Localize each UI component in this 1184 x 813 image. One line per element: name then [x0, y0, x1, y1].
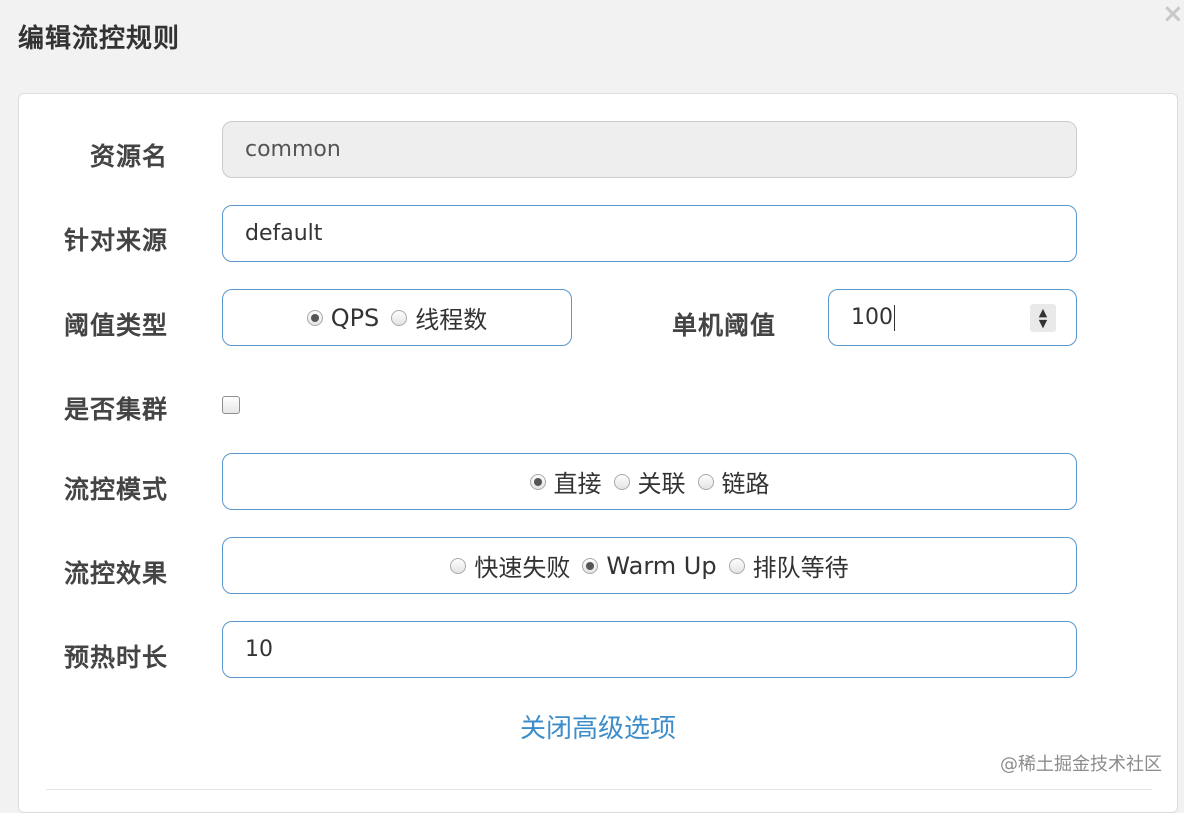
radio-checked-icon[interactable]	[306, 309, 323, 326]
radio-unchecked-icon[interactable]	[697, 473, 714, 490]
option-label: 链路	[721, 470, 770, 498]
flow-mode-option-direct[interactable]: 直接	[529, 464, 602, 499]
option-label: 直接	[553, 470, 602, 498]
warmup-period-label: 预热时长	[63, 643, 168, 672]
threshold-type-option-thread[interactable]: 线程数	[391, 300, 487, 335]
flow-effect-option-queue[interactable]: 排队等待	[728, 548, 849, 583]
flow-mode-option-relate[interactable]: 关联	[613, 464, 686, 499]
cluster-checkbox[interactable]	[222, 396, 240, 414]
single-threshold-input[interactable]: 100 ▲ ▼	[828, 289, 1077, 346]
flow-mode-label: 流控模式	[63, 475, 168, 504]
threshold-type-option-qps[interactable]: QPS	[306, 303, 380, 332]
option-label: 快速失败	[474, 554, 571, 582]
flow-mode-option-chain[interactable]: 链路	[697, 464, 770, 499]
warmup-period-input[interactable]: 10	[222, 621, 1077, 678]
radio-unchecked-icon[interactable]	[391, 309, 408, 326]
threshold-type-radio-group: QPS 线程数	[222, 289, 572, 346]
resource-name-field[interactable]: common	[222, 121, 1077, 178]
option-label: 关联	[637, 470, 686, 498]
radio-unchecked-icon[interactable]	[728, 557, 745, 574]
flow-effect-label: 流控效果	[63, 559, 168, 588]
radio-unchecked-icon[interactable]	[613, 473, 630, 490]
text-cursor	[894, 304, 895, 331]
threshold-type-label: 阈值类型	[63, 311, 168, 340]
limit-app-input[interactable]: default	[222, 205, 1077, 262]
flow-mode-radio-group: 直接 关联 链路	[222, 453, 1077, 510]
divider	[46, 789, 1152, 790]
option-label: Warm Up	[606, 551, 717, 580]
dialog-title: 编辑流控规则	[18, 24, 181, 54]
warmup-period-value: 10	[245, 637, 273, 662]
resource-name-label: 资源名	[89, 142, 168, 171]
option-label: QPS	[330, 303, 380, 332]
radio-checked-icon[interactable]	[582, 557, 599, 574]
flow-effect-option-warm-up[interactable]: Warm Up	[582, 551, 717, 580]
option-label: 排队等待	[752, 554, 849, 582]
number-spinner-icon[interactable]: ▲ ▼	[1030, 304, 1056, 332]
resource-name-value: common	[245, 137, 341, 162]
radio-unchecked-icon[interactable]	[450, 557, 467, 574]
flow-effect-option-fail-fast[interactable]: 快速失败	[450, 548, 570, 583]
single-threshold-value: 100	[851, 305, 893, 330]
close-advanced-options-link[interactable]: 关闭高级选项	[0, 708, 1184, 745]
flow-effect-radio-group: 快速失败 Warm Up 排队等待	[222, 537, 1077, 594]
option-label: 线程数	[415, 306, 488, 334]
single-threshold-label: 单机阈值	[671, 311, 776, 340]
close-icon[interactable]: ×	[1162, 0, 1184, 28]
cluster-label: 是否集群	[63, 395, 168, 424]
watermark: @稀土掘金技术社区	[1000, 754, 1162, 775]
limit-app-label: 针对来源	[63, 226, 168, 255]
radio-checked-icon[interactable]	[529, 473, 546, 490]
limit-app-value: default	[245, 221, 323, 246]
